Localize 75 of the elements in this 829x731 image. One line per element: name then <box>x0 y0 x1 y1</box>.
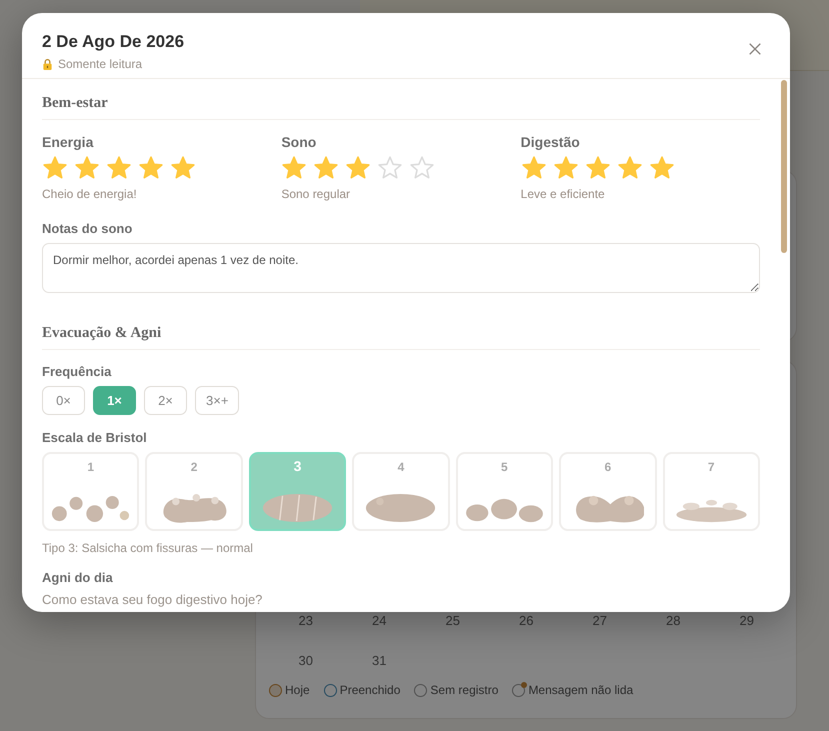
rating-label: Energia <box>42 134 94 150</box>
field-label: Frequência <box>42 364 112 379</box>
rating-label: Digestão <box>520 134 581 150</box>
bristol-number: 7 <box>708 460 715 474</box>
legend-ring-icon <box>512 684 526 696</box>
read-only-label: Somente leitura <box>58 57 142 71</box>
calendar-day[interactable]: 28 <box>636 613 710 631</box>
bristol-option[interactable]: 6 <box>559 452 657 531</box>
bristol-number: 5 <box>501 460 508 474</box>
calendar-day[interactable]: 31 <box>342 653 416 671</box>
filled-star-icon <box>584 155 611 181</box>
rating-caption: Cheio de energia! <box>42 187 138 201</box>
filled-star-icon <box>313 155 340 181</box>
filled-star-icon <box>106 155 132 181</box>
bristol-number: 3 <box>294 458 302 474</box>
calendar-day[interactable]: 25 <box>416 613 490 631</box>
legend-ring-icon <box>414 684 428 696</box>
stool-shape-drawing <box>262 493 334 523</box>
filled-star-icon <box>74 155 100 181</box>
close-icon <box>748 42 762 56</box>
bristol-number: 1 <box>87 460 94 474</box>
calendar-day[interactable]: 23 <box>269 613 342 631</box>
filled-star-icon <box>616 155 643 181</box>
filled-star-icon <box>648 155 675 181</box>
legend-label: Sem registro <box>430 683 498 697</box>
filled-star-icon <box>170 155 196 181</box>
bristol-option[interactable]: 7 <box>662 452 760 531</box>
legend-label: Hoje <box>285 683 310 697</box>
bristol-option[interactable]: 1 <box>42 452 140 531</box>
frequency-option[interactable]: 1× <box>93 386 136 415</box>
empty-star-icon <box>409 155 436 181</box>
field-label: Agni do dia <box>42 570 114 585</box>
bristol-option[interactable]: 5 <box>456 452 554 531</box>
rating-caption: Sono regular <box>281 187 352 201</box>
legend-label: Mensagem não lida <box>528 683 634 697</box>
bristol-option[interactable]: 3 <box>248 452 346 531</box>
notes-field[interactable]: Dormir melhor, acordei apenas 1 vez de noite. <box>42 243 760 293</box>
bristol-number: 2 <box>190 460 198 474</box>
rating-label: Sono <box>281 134 318 150</box>
scrollbar-thumb[interactable] <box>781 80 787 253</box>
star-rating[interactable] <box>520 155 675 181</box>
calendar-day[interactable]: 24 <box>342 613 416 631</box>
filled-star-icon <box>520 155 547 181</box>
section-heading: Evacuação & Agni <box>42 325 760 350</box>
frequency-option[interactable]: 2× <box>144 386 187 415</box>
bristol-option[interactable]: 2 <box>145 452 243 531</box>
lock-icon <box>42 58 53 70</box>
legend-ring-icon <box>324 684 337 696</box>
legend-label: Preenchido <box>340 683 400 697</box>
calendar-day[interactable]: 29 <box>710 613 784 631</box>
filled-star-icon <box>42 155 68 181</box>
field-label: Escala de Bristol <box>42 430 148 445</box>
filled-star-icon <box>138 155 164 181</box>
star-rating[interactable] <box>281 155 436 181</box>
empty-star-icon <box>377 155 404 181</box>
calendar-day[interactable]: 26 <box>490 613 563 631</box>
modal-title: 2 De Ago De 2026 <box>42 32 184 52</box>
bristol-number: 4 <box>398 460 404 474</box>
section-heading: Bem-estar <box>42 95 760 120</box>
field-label: Notas do sono <box>42 221 134 236</box>
bristol-caption: Tipo 3: Salsicha com fissuras — normal <box>42 541 254 555</box>
stool-shape-drawing <box>365 493 436 523</box>
calendar-day[interactable]: 30 <box>269 653 342 671</box>
frequency-option[interactable]: 3×+ <box>195 386 240 415</box>
star-rating[interactable] <box>42 155 196 181</box>
bristol-option[interactable]: 4 <box>352 452 450 531</box>
frequency-option[interactable]: 0× <box>42 386 85 415</box>
filled-star-icon <box>345 155 372 181</box>
filled-star-icon <box>281 155 308 181</box>
filled-star-icon <box>552 155 579 181</box>
legend-ring-icon <box>269 684 282 696</box>
calendar-day[interactable]: 27 <box>563 613 636 631</box>
rating-caption: Leve e eficiente <box>520 187 606 201</box>
bristol-number: 6 <box>604 460 612 474</box>
agni-question: Como estava seu fogo digestivo hoje? <box>42 592 264 607</box>
